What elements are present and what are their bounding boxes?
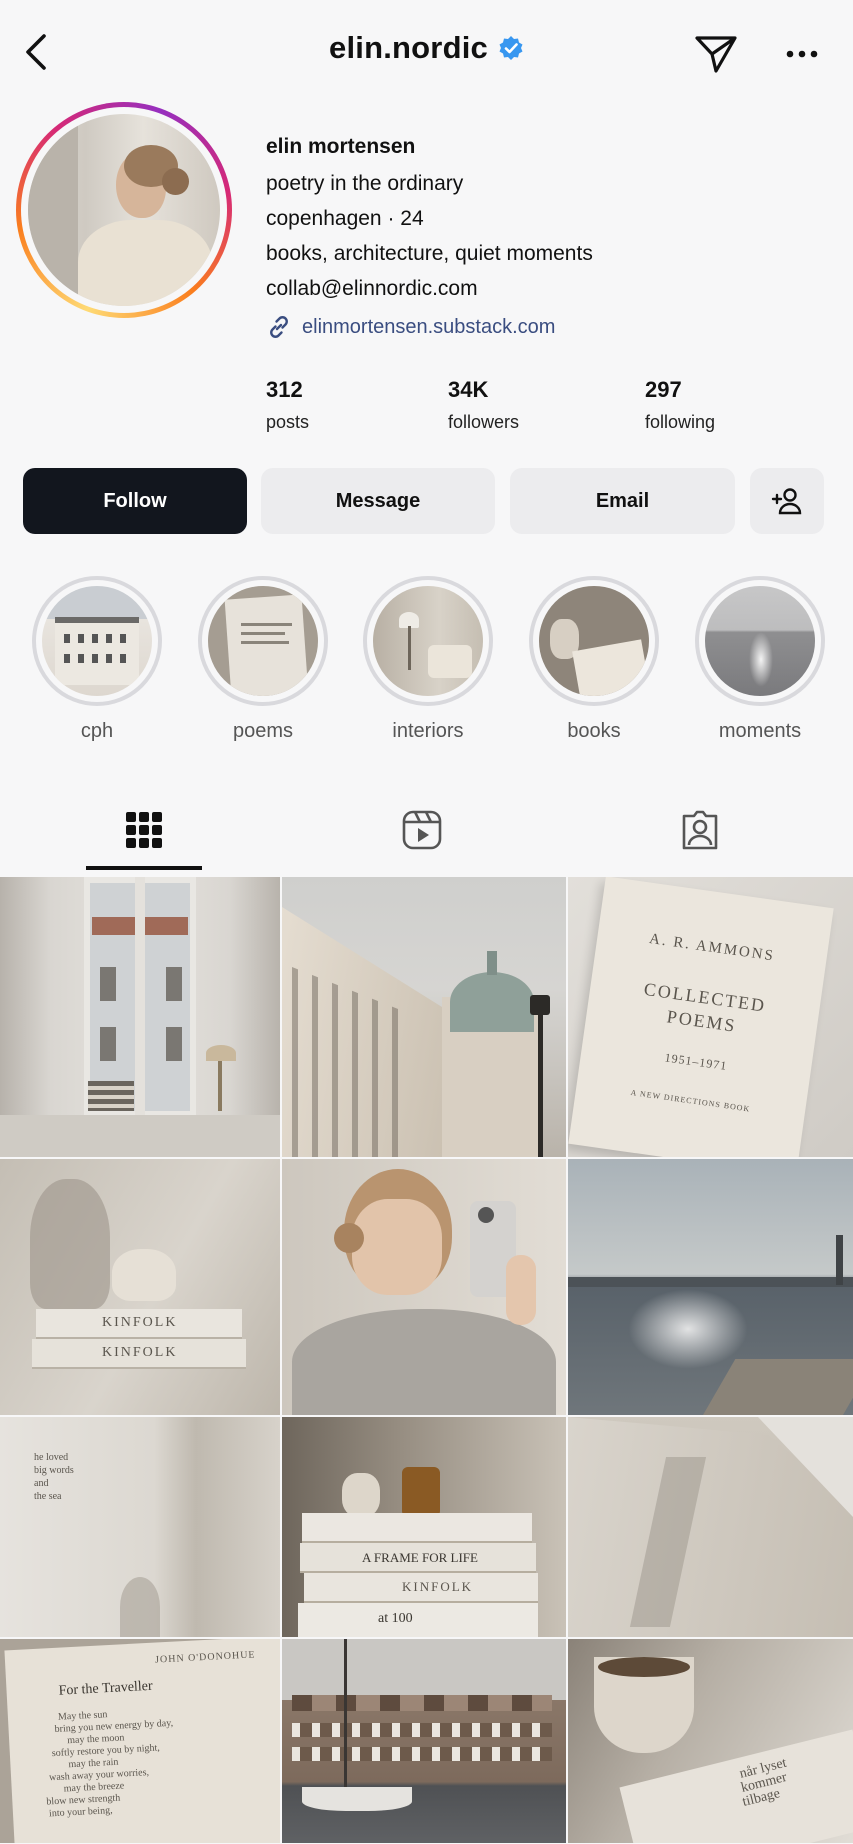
- book-spine: A FRAME FOR LIFE: [362, 1550, 478, 1565]
- tab-tagged[interactable]: [558, 790, 842, 870]
- stat-followers-value: 34K: [448, 377, 489, 402]
- bio-line: poetry in the ordinary: [266, 172, 464, 195]
- stat-followers-label: followers: [448, 412, 520, 432]
- message-button[interactable]: Message: [261, 468, 495, 534]
- stat-following-value: 297: [645, 377, 682, 402]
- highlight-cover: [42, 586, 152, 696]
- add-person-icon: [771, 488, 802, 515]
- email-button[interactable]: Email: [510, 468, 735, 534]
- reels-icon: [402, 810, 442, 850]
- active-tab-indicator: [86, 866, 202, 870]
- stat-posts[interactable]: 312 posts: [266, 376, 309, 433]
- profile-avatar[interactable]: [16, 102, 232, 318]
- highlight-label: interiors: [392, 720, 464, 742]
- highlight-poems[interactable]: poems: [197, 576, 329, 743]
- top-bar: elin.nordic: [0, 0, 853, 110]
- suggested-accounts-button[interactable]: [750, 468, 824, 534]
- more-dots-icon: [786, 50, 818, 58]
- poem-line: he loved: [34, 1452, 69, 1463]
- post-tile[interactable]: når lyset kommer tilbage: [568, 1639, 853, 1843]
- tagged-person-icon: [682, 810, 718, 850]
- post-tile[interactable]: he loved big words and the sea: [0, 1417, 280, 1637]
- poem-line: the sea: [34, 1491, 62, 1502]
- post-tile[interactable]: KINFOLK KINFOLK: [0, 1159, 280, 1415]
- post-tile[interactable]: [0, 877, 280, 1157]
- share-button[interactable]: [692, 30, 740, 78]
- highlight-cover: [539, 586, 649, 696]
- stat-followers[interactable]: 34K followers: [448, 376, 519, 433]
- highlight-cover: [373, 586, 483, 696]
- post-tile[interactable]: [282, 877, 566, 1157]
- highlight-interiors[interactable]: interiors: [362, 576, 494, 743]
- highlight-cover: [208, 586, 318, 696]
- book-publisher: A NEW DIRECTIONS BOOK: [630, 1087, 751, 1114]
- post-tile[interactable]: [568, 1417, 853, 1637]
- post-tile[interactable]: A. R. AMMONS COLLECTED POEMS 1951–1971 A…: [568, 877, 853, 1157]
- bio-email[interactable]: collab@elinnordic.com: [266, 271, 836, 306]
- highlight-label: books: [567, 720, 621, 742]
- magazine-title: KINFOLK: [102, 1315, 178, 1330]
- book-spine: KINFOLK: [402, 1579, 474, 1594]
- book-years: 1951–1971: [663, 1050, 729, 1073]
- highlight-books[interactable]: books: [528, 576, 660, 743]
- verified-badge-icon: [499, 36, 523, 60]
- profile-link[interactable]: elinmortensen.substack.com: [266, 314, 555, 340]
- stat-following[interactable]: 297 following: [645, 376, 715, 433]
- bio-line: copenhagen · 24: [266, 207, 424, 230]
- highlight-cph[interactable]: cph: [31, 576, 163, 743]
- stat-following-label: following: [645, 412, 716, 432]
- avatar-photo: [28, 114, 220, 306]
- paper-plane-icon: [695, 36, 737, 73]
- post-tile[interactable]: [282, 1639, 566, 1843]
- post-grid: A. R. AMMONS COLLECTED POEMS 1951–1971 A…: [0, 877, 853, 1843]
- more-options-button[interactable]: [780, 30, 824, 78]
- tab-posts-grid[interactable]: [2, 790, 286, 870]
- book-author: A. R. AMMONS: [648, 931, 776, 965]
- tab-reels[interactable]: [280, 790, 564, 870]
- highlight-moments[interactable]: moments: [694, 576, 826, 743]
- link-icon: [270, 316, 288, 338]
- post-tile[interactable]: A FRAME FOR LIFE KINFOLK at 100: [282, 1417, 566, 1637]
- page-title: For the Traveller: [58, 1678, 154, 1699]
- poem-line: big words: [34, 1465, 74, 1476]
- highlight-label: cph: [80, 720, 114, 742]
- page-author: JOHN O'DONOHUE: [154, 1649, 256, 1666]
- post-tile[interactable]: [568, 1159, 853, 1415]
- follow-button[interactable]: Follow: [23, 468, 247, 534]
- highlight-cover: [705, 586, 815, 696]
- stat-posts-label: posts: [266, 412, 310, 432]
- page-line: into your being,: [48, 1805, 113, 1820]
- post-tile[interactable]: [282, 1159, 566, 1415]
- highlight-label: poems: [232, 720, 294, 742]
- grid-icon: [126, 812, 162, 848]
- highlight-label: moments: [718, 720, 802, 742]
- bio-line: books, architecture, quiet moments: [266, 242, 593, 265]
- profile-username: elin.nordic: [329, 30, 488, 65]
- profile-bio: elin mortensen poetry in the ordinary co…: [266, 132, 836, 306]
- magazine-title: KINFOLK: [102, 1345, 178, 1360]
- book-spine: at 100: [378, 1611, 413, 1626]
- profile-link-text[interactable]: elinmortensen.substack.com: [302, 316, 555, 339]
- profile-name: elin mortensen: [266, 135, 416, 158]
- poem-line: and: [34, 1478, 49, 1489]
- post-tile[interactable]: JOHN O'DONOHUE For the Traveller May the…: [0, 1639, 280, 1843]
- stat-posts-value: 312: [266, 377, 303, 402]
